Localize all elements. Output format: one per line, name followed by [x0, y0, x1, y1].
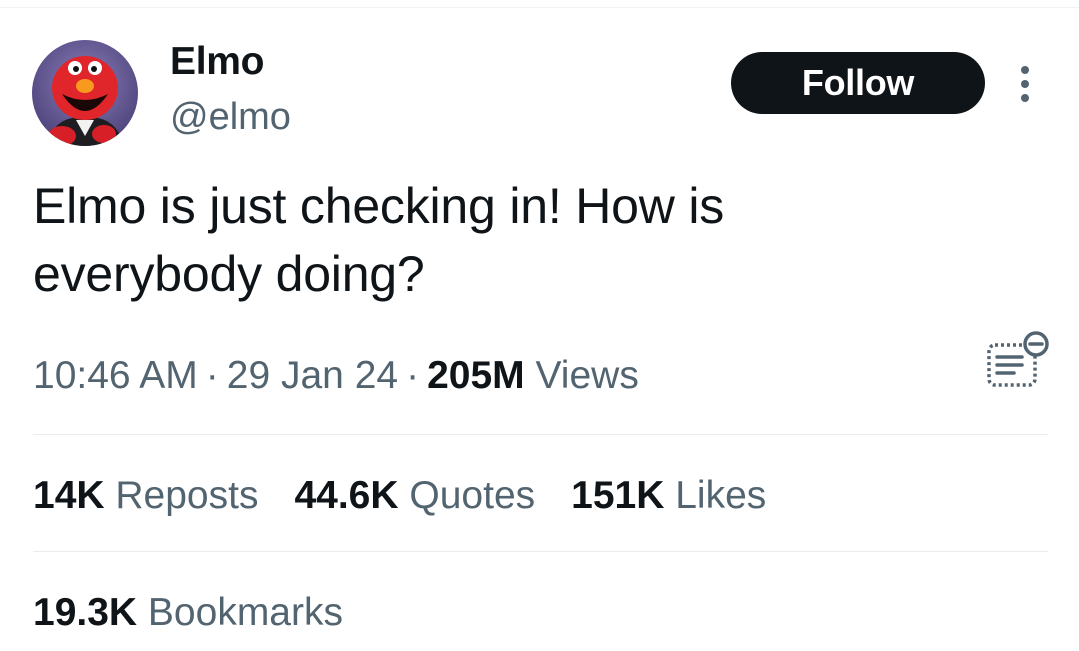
tweet-time[interactable]: 10:46 AM	[33, 354, 198, 397]
tweet-date[interactable]: 29 Jan 24	[227, 354, 398, 397]
bookmarks-label: Bookmarks	[147, 591, 343, 634]
likes-label: Likes	[675, 474, 767, 517]
author-avatar[interactable]	[32, 40, 138, 146]
views-label: Views	[535, 354, 639, 397]
author-name[interactable]: Elmo	[170, 38, 264, 86]
bookmarks-count: 19.3K	[33, 591, 138, 634]
meta-separator: ·	[406, 354, 420, 397]
views-count: 205M	[427, 354, 525, 397]
more-vertical-icon[interactable]	[1012, 64, 1038, 104]
bookmarks-stat[interactable]: 19.3K Bookmarks	[33, 587, 343, 639]
divider	[33, 434, 1048, 435]
quotes-stat[interactable]: 44.6K Quotes	[294, 470, 535, 522]
likes-stat[interactable]: 151K Likes	[571, 470, 766, 522]
community-notes-icon[interactable]	[984, 330, 1050, 392]
tweet-text: Elmo is just checking in! How is everybo…	[33, 178, 725, 302]
reposts-label: Reposts	[115, 474, 259, 517]
tweet-meta: 10:46 AM · 29 Jan 24 · 205M Views	[33, 350, 639, 402]
divider	[33, 551, 1048, 552]
reposts-stat[interactable]: 14K Reposts	[33, 470, 258, 522]
engagement-stats: 14K Reposts 44.6K Quotes 151K Likes	[33, 470, 766, 522]
quotes-count: 44.6K	[294, 474, 399, 517]
author-handle[interactable]: @elmo	[170, 93, 291, 141]
reposts-count: 14K	[33, 474, 105, 517]
top-divider	[0, 7, 1079, 8]
likes-count: 151K	[571, 474, 665, 517]
quotes-label: Quotes	[409, 474, 536, 517]
follow-button[interactable]: Follow	[731, 52, 985, 114]
meta-separator: ·	[205, 354, 219, 397]
elmo-avatar-icon	[32, 40, 138, 146]
